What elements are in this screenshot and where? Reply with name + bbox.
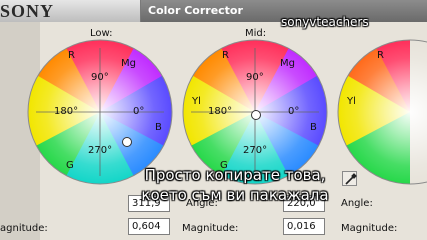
high-magnitude-label: Magnitude: [341, 223, 398, 234]
low-wheel-handle[interactable] [122, 137, 132, 147]
low-red-mark: R [68, 50, 75, 61]
high-color-wheel[interactable] [337, 39, 427, 185]
high-yellow-mark: Yl [347, 96, 356, 107]
mid-270-mark: 270° [243, 145, 268, 156]
mid-90-mark: 90° [246, 72, 264, 83]
mid-magnitude-field[interactable]: 0,016 [283, 218, 325, 235]
mid-wheel-title: Mid: [245, 28, 267, 39]
low-180-mark: 180° [54, 106, 79, 117]
mid-magnitude-label: Magnitude: [182, 223, 239, 234]
mid-180-mark: 180° [208, 106, 233, 117]
subtitle-line-2: което съм ви пакажала [141, 186, 329, 204]
mid-0-mark: 0° [288, 106, 300, 117]
low-color-wheel[interactable] [27, 39, 173, 185]
mid-yellow-mark: Yl [192, 96, 201, 107]
high-red-mark: R [377, 50, 384, 61]
mid-color-wheel[interactable] [182, 39, 328, 185]
low-blue-mark: B [155, 122, 162, 133]
low-90-mark: 90° [91, 72, 109, 83]
mid-wheel-handle[interactable] [251, 110, 261, 120]
low-270-mark: 270° [88, 145, 113, 156]
low-magnitude-field[interactable]: 0,604 [128, 218, 170, 235]
low-magenta-mark: Mg [121, 58, 136, 69]
low-wheel-title: Low: [90, 28, 113, 39]
mid-red-mark: R [222, 50, 229, 61]
subtitle-line-1: Просто копирате това, [144, 166, 326, 184]
mid-blue-mark: B [310, 122, 317, 133]
low-0-mark: 0° [133, 106, 145, 117]
low-magnitude-label: agnitude: [0, 223, 48, 234]
mid-magenta-mark: Mg [280, 58, 295, 69]
